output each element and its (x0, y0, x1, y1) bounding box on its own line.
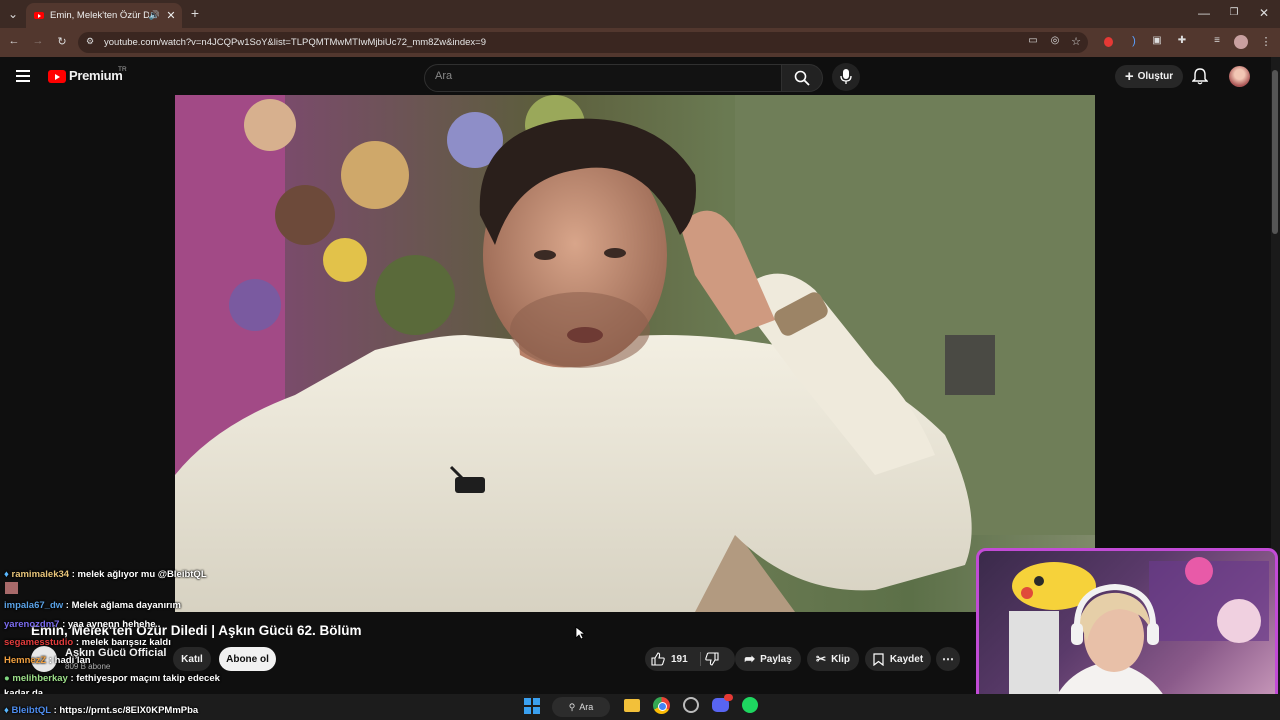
create-button[interactable]: + Oluştur (1115, 65, 1183, 88)
plus-icon: + (1124, 68, 1134, 85)
discord-icon[interactable] (712, 694, 733, 712)
profile-avatar-icon[interactable] (1234, 35, 1248, 49)
chat-message: HemnezZ : hadi lan (4, 655, 91, 666)
chat-badge-icon: ● (4, 673, 10, 684)
scissors-icon: ✂ (816, 652, 827, 666)
speaker-icon[interactable]: 🔊 (149, 10, 160, 21)
chat-text: : https://prnt.sc/8ElX0KPMmPba (53, 705, 199, 716)
like-dislike-group: 191 (645, 647, 735, 671)
chat-text: : hadi lan (48, 655, 91, 666)
browser-tab[interactable]: Emin, Melek'ten Özür Diledi 🔊 ✕ (26, 3, 182, 28)
browser-menu-icon[interactable]: ⋮ (1258, 35, 1274, 48)
new-tab-icon[interactable]: + (186, 0, 204, 26)
like-divider (700, 652, 701, 666)
save-button[interactable]: Kaydet (865, 647, 931, 671)
eye-off-icon[interactable]: ◎ (1047, 35, 1063, 46)
chat-username: impala67_dw (4, 600, 64, 611)
taskbar-search-label: Ara (579, 702, 594, 712)
hamburger-menu-icon[interactable] (16, 70, 30, 82)
clip-button[interactable]: ✂ Klip (807, 647, 859, 671)
extension-shield-icon[interactable]: ▣ (1149, 35, 1165, 46)
create-label: Oluştur (1137, 71, 1174, 82)
window-close-icon[interactable]: ✕ (1254, 0, 1274, 26)
reading-list-icon[interactable]: ≡ (1209, 35, 1225, 46)
chat-username: BleibtQL (11, 705, 51, 716)
tab-close-icon[interactable]: ✕ (164, 9, 178, 22)
chat-message: ♦ ramimalek34 : melek ağlıyor mu @Bleibt… (4, 569, 207, 580)
bookmark-icon (873, 652, 884, 666)
tab-search-chevron-icon[interactable]: ⌄ (4, 1, 22, 27)
chat-text: : fethiyespor maçını takip edecek (70, 673, 220, 684)
tab-title: Emin, Melek'ten Özür Diledi (50, 10, 149, 21)
chat-message: yarenozdm7 : yaa aynenn hehehe (4, 619, 156, 630)
bookmark-star-icon[interactable]: ☆ (1068, 35, 1084, 48)
notifications-bell-icon[interactable] (1191, 68, 1209, 88)
thumbs-up-icon (651, 652, 665, 666)
share-arrow-icon: ➦ (744, 651, 756, 666)
webcam-feed-image (1009, 557, 1269, 717)
chat-username: HemnezZ (4, 655, 47, 666)
extension-audio-icon[interactable]: ) (1126, 35, 1142, 47)
video-player[interactable] (175, 95, 1095, 612)
reload-icon[interactable]: ↻ (54, 35, 70, 48)
dislike-button[interactable] (705, 652, 719, 669)
youtube-favicon-icon (34, 12, 44, 19)
clip-label: Klip (831, 653, 850, 665)
chat-badge-icon: ♦ (4, 705, 9, 716)
chat-text: : Melek ağlama dayanırım (65, 600, 181, 611)
back-icon[interactable]: ← (6, 35, 22, 47)
youtube-region-label: TR (118, 66, 127, 73)
chat-text: : melek ağlıyor mu @BleibtQL (71, 569, 207, 580)
search-button[interactable] (781, 64, 823, 92)
chat-message: impala67_dw : Melek ağlama dayanırım (4, 600, 181, 611)
extensions-puzzle-icon[interactable]: ✚ (1174, 35, 1190, 46)
microphone-icon (840, 69, 852, 84)
share-label: Paylaş (760, 653, 792, 665)
thumbs-down-icon (705, 652, 719, 666)
voice-search-button[interactable] (832, 63, 860, 91)
taskbar-search[interactable]: ⚲ Ara (552, 697, 610, 717)
forward-icon[interactable]: → (30, 35, 46, 47)
restore-icon[interactable]: ❐ (1224, 0, 1244, 26)
youtube-logo-text: Premium (69, 68, 123, 83)
windows-start-icon[interactable] (524, 698, 540, 714)
chat-username: melihberkay (12, 673, 68, 684)
chat-username: segamesstudio (4, 637, 74, 648)
more-actions-icon[interactable]: ⋯ (936, 647, 960, 671)
url-text: youtube.com/watch?v=n4JCQPw1SoY&list=TLP… (104, 37, 486, 48)
save-label: Kaydet (889, 653, 924, 665)
like-count: 191 (671, 653, 688, 665)
chat-username: yarenozdm7 (4, 619, 60, 630)
chat-message: ♦ BleibtQL : https://prnt.sc/8ElX0KPMmPb… (4, 705, 198, 716)
file-explorer-icon[interactable] (624, 699, 640, 712)
extension-record-icon[interactable] (1104, 37, 1113, 47)
youtube-logo-icon[interactable] (48, 70, 66, 83)
chat-username: ramimalek34 (11, 569, 70, 580)
account-avatar[interactable] (1229, 66, 1250, 87)
search-input[interactable] (424, 64, 784, 92)
chat-badge-icon: ♦ (4, 569, 9, 580)
chat-text: : melek barışsız kaldı (75, 637, 171, 648)
minimize-icon[interactable]: — (1194, 0, 1214, 26)
cast-icon[interactable]: ▭ (1025, 35, 1041, 46)
subscribe-button[interactable]: Abone ol (219, 647, 276, 671)
share-button[interactable]: ➦ Paylaş (735, 647, 801, 671)
chat-message: segamesstudio : melek barışsız kaldı (4, 637, 171, 648)
chat-text: : yaa aynenn hehehe (62, 619, 156, 630)
site-info-icon[interactable]: ⚙ (82, 36, 98, 47)
taskbar-search-icon: ⚲ (568, 701, 576, 712)
chrome-icon[interactable] (653, 697, 670, 714)
like-button[interactable]: 191 (651, 652, 688, 666)
obs-icon[interactable] (683, 697, 699, 713)
search-icon (794, 70, 810, 86)
search-placeholder: Ara (435, 70, 453, 82)
chat-emote-icon (5, 582, 18, 594)
spotify-icon[interactable] (742, 697, 758, 713)
chat-message: ● melihberkay : fethiyespor maçını takip… (4, 673, 220, 684)
video-frame-image (175, 95, 1095, 612)
scrollbar-thumb[interactable] (1272, 70, 1278, 234)
join-button[interactable]: Katıl (173, 647, 211, 671)
mouse-cursor-icon (575, 626, 585, 640)
